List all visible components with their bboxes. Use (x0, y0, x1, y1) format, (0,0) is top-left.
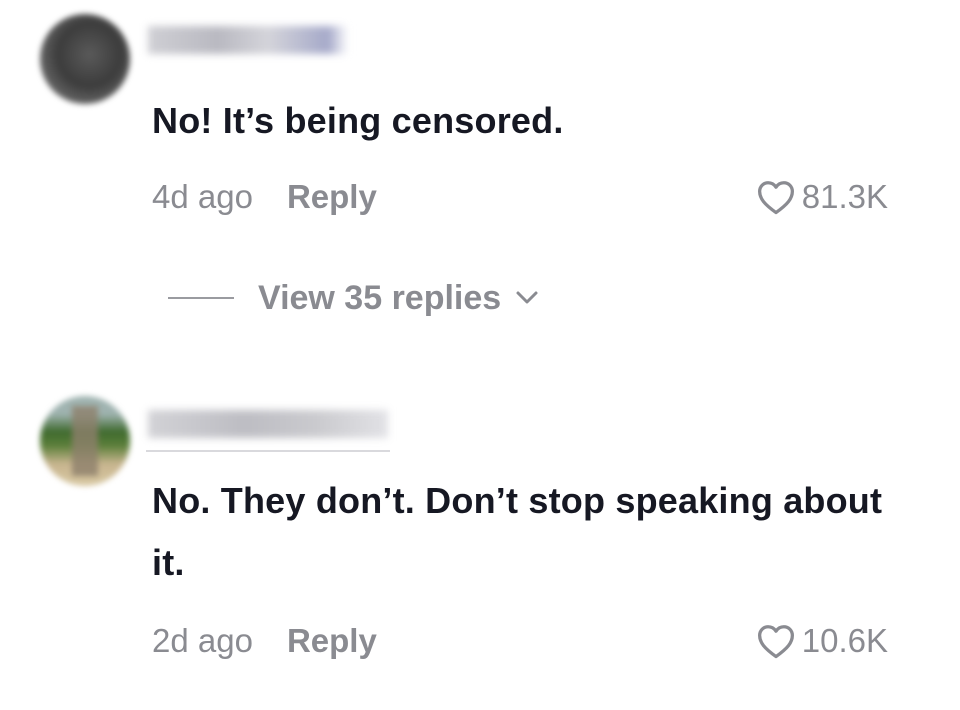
heart-outline-icon (757, 181, 794, 215)
reply-button[interactable]: Reply (287, 622, 377, 660)
view-replies-button[interactable]: View 35 replies (168, 276, 539, 320)
username-redacted[interactable] (148, 410, 388, 438)
username-redacted[interactable] (148, 26, 348, 54)
comment-meta: 2d ago Reply (152, 616, 377, 666)
chevron-down-icon (516, 291, 538, 304)
comment-text: No. They don’t. Don’t stop speaking abou… (152, 480, 883, 583)
heart-outline-icon (757, 625, 794, 659)
like-count: 81.3K (801, 178, 888, 215)
like-button[interactable]: 81.3K (756, 174, 888, 220)
avatar[interactable] (40, 14, 130, 104)
comment-text: No! It’s being censored. (152, 100, 564, 141)
view-replies-label: View 35 replies (258, 278, 502, 317)
reply-button[interactable]: Reply (287, 178, 377, 216)
comment-timestamp: 2d ago (152, 622, 253, 659)
like-count: 10.6K (801, 622, 888, 659)
like-button[interactable]: 10.6K (756, 618, 888, 664)
username-divider (146, 450, 390, 452)
comment-meta: 4d ago Reply (152, 172, 377, 222)
avatar[interactable] (40, 396, 130, 486)
comment-timestamp: 4d ago (152, 178, 253, 215)
divider-line (168, 297, 234, 299)
